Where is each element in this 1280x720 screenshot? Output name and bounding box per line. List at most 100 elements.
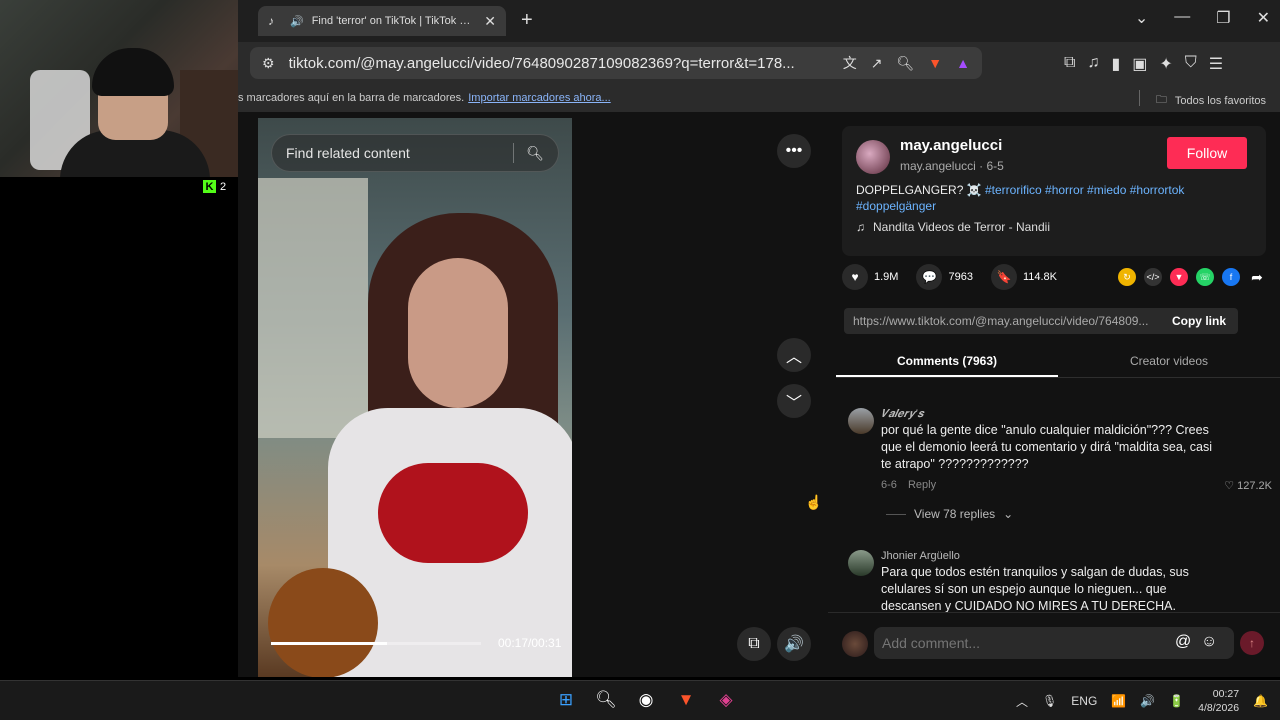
webcam-overlay [0,0,238,177]
battery-icon[interactable]: 🔋 [1169,694,1184,708]
tab-creator-videos[interactable]: Creator videos [1058,348,1280,377]
more-options-button[interactable]: ••• [777,134,811,168]
mouse-cursor-icon: ☝ [805,494,823,510]
notifications-icon[interactable]: 🔔 [1253,694,1268,708]
chat-app-icon[interactable]: ◈ [715,689,737,711]
author-avatar[interactable] [856,140,890,174]
sidebar-icon[interactable]: ▮ [1111,54,1120,74]
user-avatar [842,631,868,657]
obs-icon[interactable]: ◉ [635,689,657,711]
author-name[interactable]: may.angelucci [900,137,1002,154]
open-external-icon[interactable]: ↗ [871,55,883,72]
clock-time: 00:27 [1212,688,1240,700]
comment-icon: 💬 [916,264,943,290]
post-comment-button[interactable]: ↑ [1240,631,1264,655]
restore-button[interactable]: ❐ [1216,8,1230,28]
comment-like[interactable]: ♡ 127.2K [1224,479,1272,492]
video-player[interactable]: Find related content 🔍︎ 00:17/00:31 [258,118,572,677]
repost-icon[interactable]: ↻ [1118,268,1136,286]
send-icon[interactable]: ▼ [1170,268,1188,286]
picture-in-picture-button[interactable]: ⧉ [737,627,771,661]
details-panel: may.angelucci may.angelucci · 6-5 Follow… [828,112,1280,677]
all-favorites[interactable]: 🗀 Todos los favoritos [1156,91,1266,110]
translate-icon[interactable]: 文 [843,53,857,73]
microphone-icon[interactable]: 🎙 [1042,694,1057,708]
brave-shields-icon[interactable]: ▼ [928,55,942,71]
reply-link[interactable]: Reply [908,479,936,491]
comment-text: Para que todos estén tranquilos y salgan… [881,565,1189,613]
copy-link-button[interactable]: Copy link [1160,314,1238,328]
search-icon[interactable]: 🔍︎ [595,689,617,711]
like-count: 1.9M [874,271,899,283]
kick-icon: K [203,180,216,193]
clock[interactable]: 00:27 4/8/2026 [1198,687,1239,715]
follow-button[interactable]: Follow [1167,137,1247,169]
url-box[interactable]: ⚙ tiktok.com/@may.angelucci/video/764809… [250,47,982,79]
tab-comments[interactable]: Comments (7963) [836,348,1058,377]
audio-icon[interactable]: 🔊 [290,15,304,28]
emoji-icon[interactable]: ☺ [1201,633,1217,651]
brave-icon[interactable]: ▼ [675,689,697,711]
brave-rewards-icon[interactable]: ▲ [956,55,970,71]
volume-button[interactable]: 🔊 [777,627,811,661]
minimize-button[interactable]: — [1174,8,1190,28]
facebook-icon[interactable]: f [1222,268,1240,286]
view-replies[interactable]: View 78 replies ⌄ [886,507,1013,521]
related-search-text: Find related content [286,145,410,161]
share-link-box: https://www.tiktok.com/@may.angelucci/vi… [844,308,1238,334]
language-indicator[interactable]: ENG [1071,694,1097,708]
comment-avatar[interactable] [848,408,874,434]
windows-taskbar: ⊞ 🔍︎ ◉ ▼ ◈ ︿ 🎙 ENG 📶 🔊 🔋 00:27 4/8/2026 … [0,680,1280,720]
burger [268,568,378,677]
comment-meta: 6-6 Reply [881,479,936,491]
menu-icon[interactable]: ☰ [1209,54,1223,74]
tab-search-icon[interactable]: ⌄ [1135,8,1148,28]
search-icon[interactable]: 🔍︎ [526,145,544,162]
window-controls: ⌄ — ❐ ✕ [1135,8,1270,28]
share-link-text[interactable]: https://www.tiktok.com/@may.angelucci/vi… [844,314,1160,328]
vpn-icon[interactable]: ⛉ [1185,54,1197,74]
import-bookmarks-link[interactable]: Importar marcadores ahora... [468,92,610,104]
new-tab-button[interactable]: + [521,9,533,32]
windows-start-icon[interactable]: ⊞ [555,689,577,711]
music-icon[interactable]: ♫ [1087,54,1099,74]
share-arrow-icon[interactable]: ➦ [1248,268,1266,286]
comment-action[interactable]: 💬 7963 [916,264,973,290]
related-search-pill[interactable]: Find related content 🔍︎ [271,134,559,172]
music-note-icon: ♫ [856,220,865,234]
like-action[interactable]: ♥ 1.9M [842,264,898,290]
panel-tabs: Comments (7963) Creator videos [836,348,1280,378]
close-tab-icon[interactable]: ✕ [484,13,496,30]
save-action[interactable]: 🔖 114.8K [990,264,1057,290]
previous-video-button[interactable]: ︿ [777,338,811,372]
shirt-lips-print [378,463,528,563]
music-info[interactable]: ♫ Nandita Videos de Terror - Nandii [856,220,1050,234]
mention-icon[interactable]: @ [1175,633,1191,651]
speaker-icon[interactable]: 🔊 [1140,694,1155,708]
url-text[interactable]: tiktok.com/@may.angelucci/video/76480902… [289,55,829,72]
view-replies-label: View 78 replies [914,507,996,521]
tray-expand-icon[interactable]: ︿ [1016,693,1028,710]
wallet-icon[interactable]: ▣ [1132,54,1147,74]
comment-bar: @ ☺ ↑ [828,612,1280,677]
browser-tab[interactable]: ♪ 🔊 Find 'terror' on TikTok | TikTok Sea… [258,6,506,36]
comment-avatar[interactable] [848,550,874,576]
video-progress-bar[interactable] [271,642,481,645]
site-settings-icon[interactable]: ⚙ [262,55,275,72]
wifi-icon[interactable]: 📶 [1111,694,1126,708]
whatsapp-icon[interactable]: ☏ [1196,268,1214,286]
extensions-icon[interactable]: ⧉ [1064,54,1075,74]
video-caption: DOPPELGANGER? ☠️ #terrorifico #horror #m… [856,182,1246,214]
replies-line [886,513,906,515]
all-favorites-label: Todos los favoritos [1174,94,1266,107]
tiktok-icon: ♪ [268,14,274,28]
next-video-button[interactable]: ﹀ [777,384,811,418]
comment-author[interactable]: Jhonier Argüello [881,550,960,562]
leo-ai-icon[interactable]: ✦ [1159,54,1172,74]
close-window-button[interactable]: ✕ [1257,8,1270,28]
comment-date: 6-6 [881,479,897,491]
embed-icon[interactable]: </> [1144,268,1162,286]
comment-author[interactable]: 𝑽𝒂𝒍𝒆𝒓𝒚'𝒔 [881,408,923,421]
zoom-icon[interactable]: 🔍︎ [897,55,915,72]
video-progress-fill [271,642,387,645]
